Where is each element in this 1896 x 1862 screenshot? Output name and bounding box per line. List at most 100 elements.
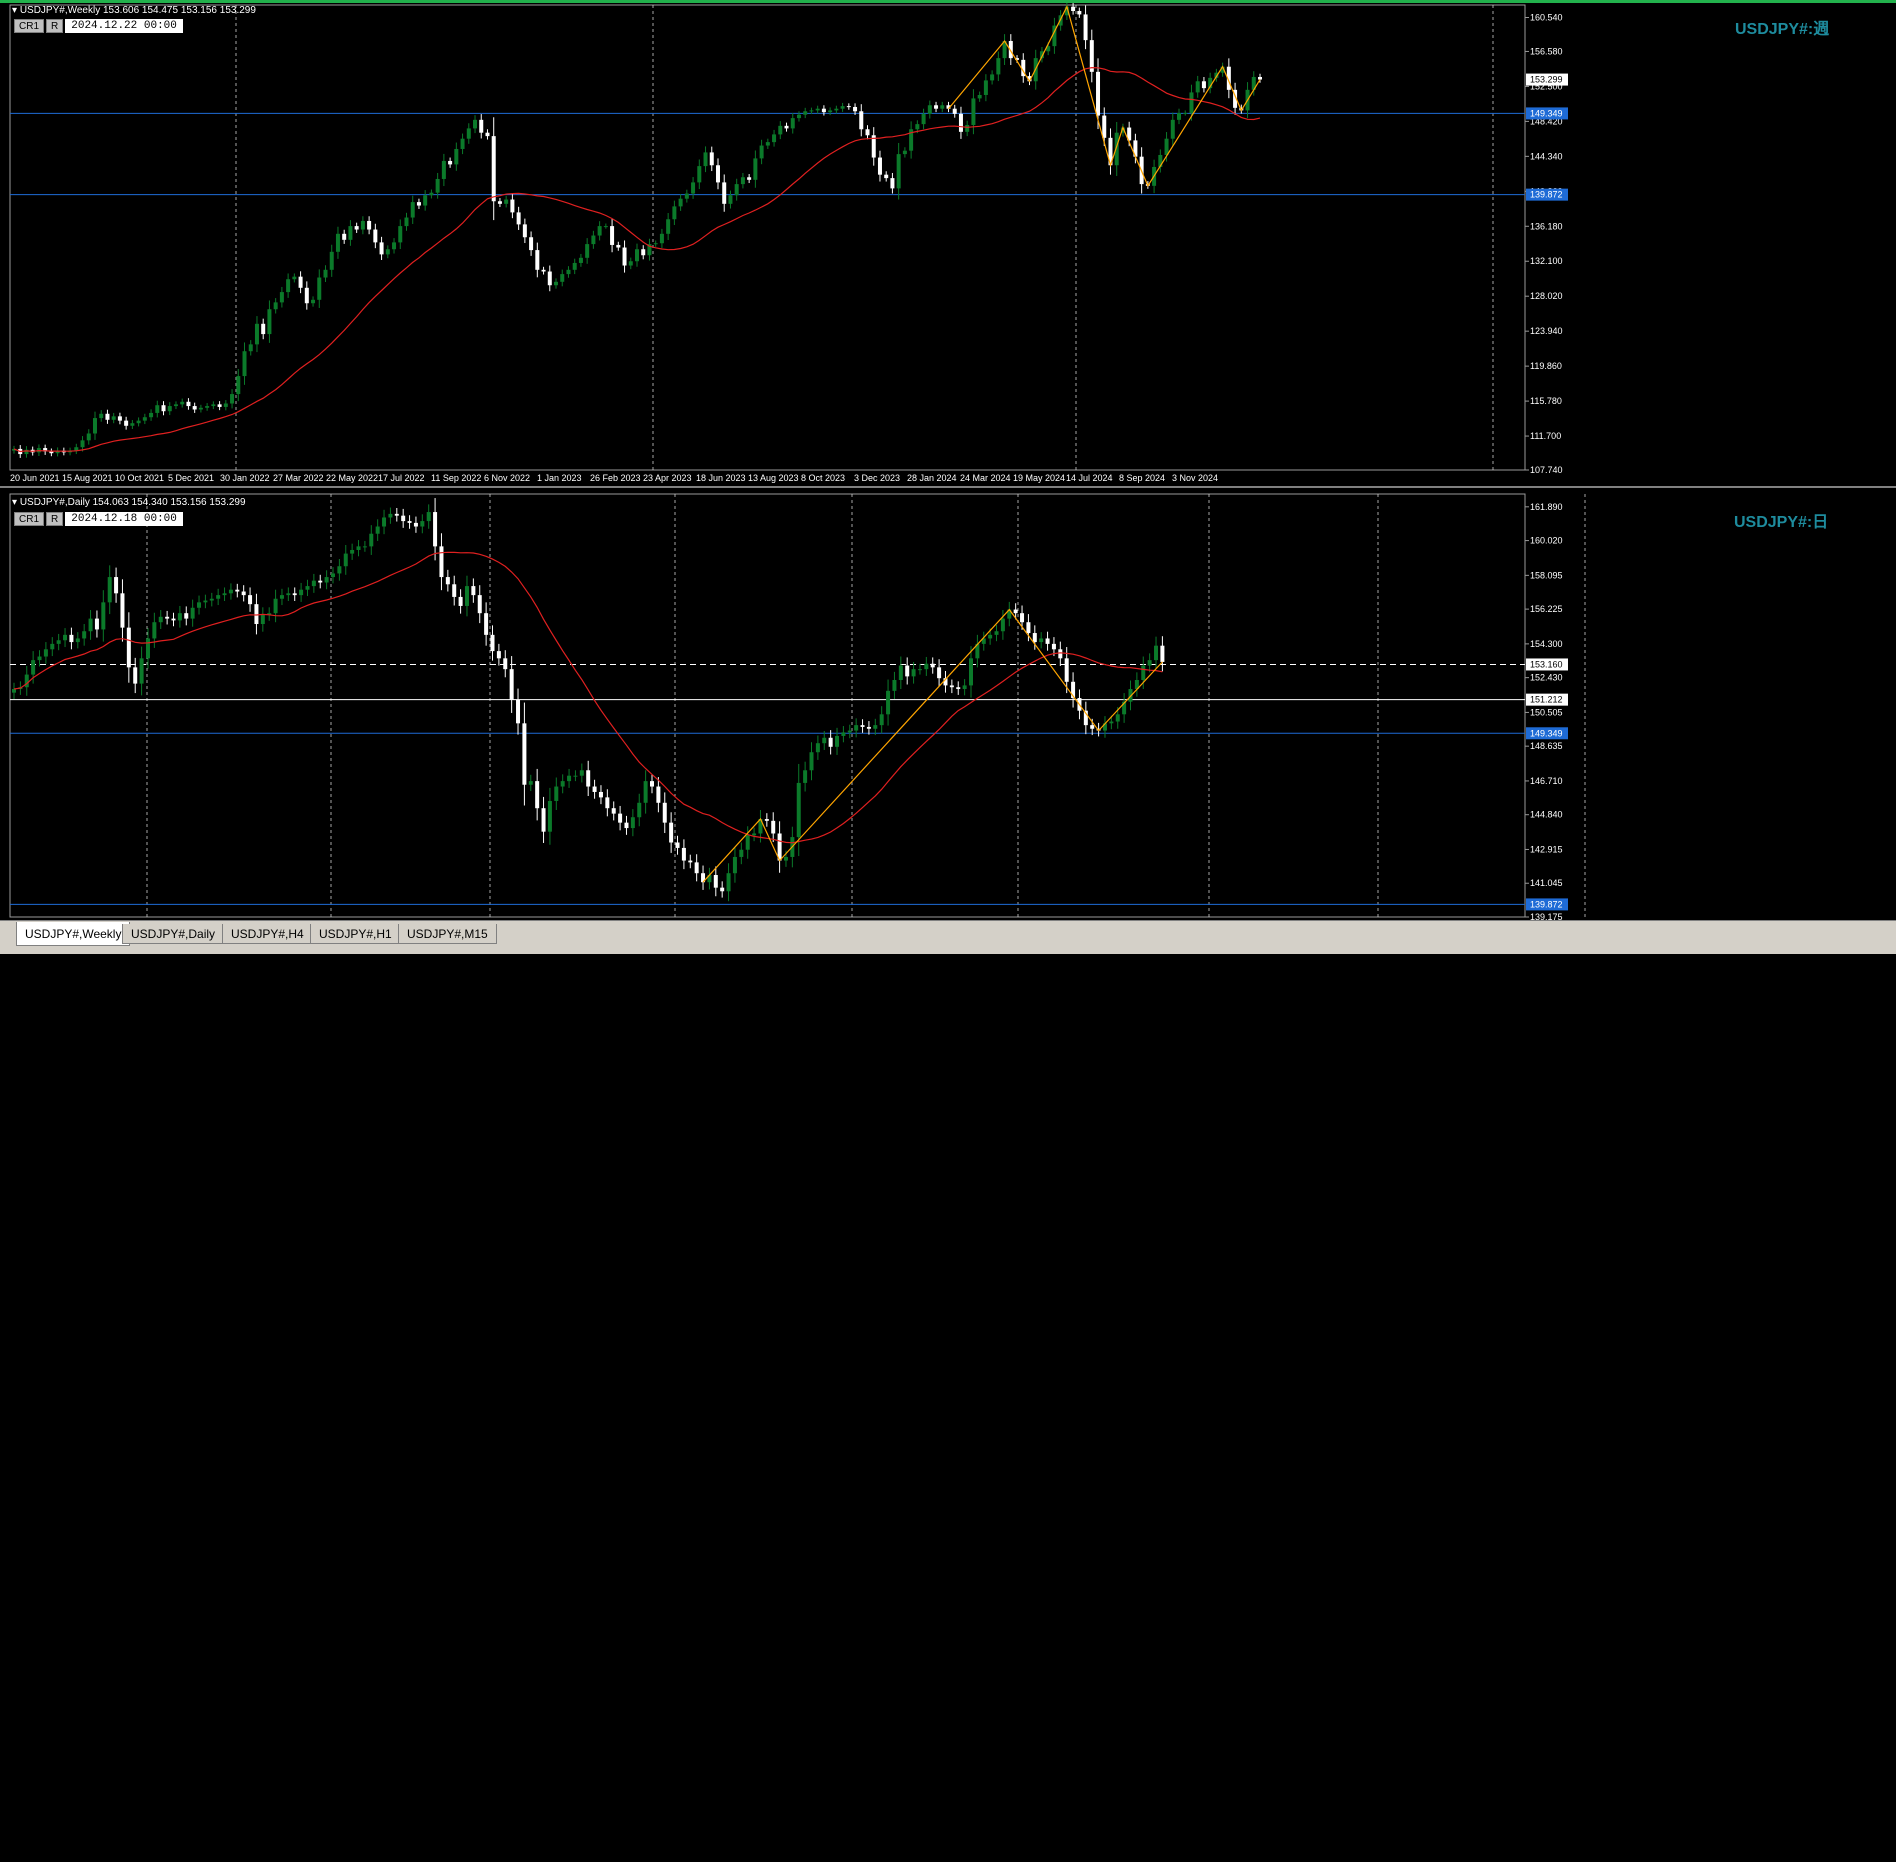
price-label: 139.872 [1530,899,1563,909]
candle-body [466,128,471,139]
daily-datetime-field[interactable]: 2024.12.18 00:00 [65,512,183,526]
candle-body [86,433,91,441]
candle-body [930,663,935,668]
candle-body [528,781,533,785]
candle-body [709,152,714,166]
candle-body [592,786,597,792]
candle-body [610,226,615,245]
candle-body [691,182,696,194]
candle-body [616,244,621,248]
collapse-arrow-icon[interactable]: ▾ [12,497,17,508]
collapse-arrow-icon[interactable]: ▾ [12,5,17,16]
weekly-chart-pane[interactable]: 160.540156.580152.500148.420144.340140.2… [0,0,1896,486]
candle-body [675,842,680,848]
weekly-datetime-field[interactable]: 2024.12.22 00:00 [65,19,183,33]
candle-body [491,136,496,202]
candle-body [783,856,788,861]
x-tick-label: 20 Jun 2021 [10,473,60,483]
y-tick-label: 148.635 [1530,741,1563,751]
candle-body [684,193,689,199]
candle-body [547,800,552,832]
price-label: 149.349 [1530,728,1563,738]
tab-usdjpy-h4[interactable]: USDJPY#,H4 [222,924,313,944]
y-tick-label: 160.540 [1530,13,1563,23]
candle-body [905,665,910,677]
candle-body [554,281,559,286]
tab-usdjpy-weekly[interactable]: USDJPY#,Weekly [16,922,131,946]
candle-body [279,292,284,303]
cr1-button[interactable]: CR1 [14,512,45,526]
candle-body [1083,14,1088,41]
candle-body [1115,714,1120,722]
y-tick-label: 146.710 [1530,776,1563,786]
tab-scroll-left-icon[interactable]: ◂ [2,1849,8,1862]
tab-usdjpy-daily[interactable]: USDJPY#,Daily [122,924,225,944]
daily-watermark: USDJPY#:日 [1734,514,1829,531]
candle-body [529,237,534,251]
candle-body [1201,81,1206,89]
x-tick-label: 26 Feb 2023 [590,473,641,483]
candle-body [753,158,758,180]
candle-body [435,178,440,193]
candle-body [745,835,750,850]
candle-body [541,269,546,272]
r-button[interactable]: R [46,512,64,526]
candle-body [624,822,629,829]
candle-body [622,247,627,266]
tab-usdjpy-h1[interactable]: USDJPY#,H1 [310,924,401,944]
candle-body [337,566,342,574]
candle-body [192,406,197,410]
candle-body [299,589,304,596]
tab-usdjpy-m15[interactable]: USDJPY#,M15 [398,924,497,944]
plot-frame [9,4,1526,471]
weekly-chart[interactable]: 160.540156.580152.500148.420144.340140.2… [0,3,1896,486]
candle-body [12,689,16,693]
candle-body [554,786,559,801]
candle-body [977,94,982,99]
candle-body [126,627,131,668]
daily-chart[interactable]: 161.890 160.020 158.095 156.225 154.300 152.4… [0,488,1896,920]
candle-body [279,595,284,599]
candle-body [828,110,833,113]
r-button[interactable]: R [46,19,64,33]
candle-body [180,401,185,405]
candle-body [407,521,412,523]
candle-body [149,412,154,418]
candle-body [585,244,590,258]
candle-body [423,195,428,206]
candle-body [866,726,871,729]
cr1-button[interactable]: CR1 [14,19,45,33]
x-tick-label: 6 Nov 2022 [484,473,530,483]
candle-body [828,737,833,747]
y-tick-label: 123.940 [1530,326,1563,336]
daily-chart-pane[interactable]: 161.890 160.020 158.095 156.225 154.300 152.4… [0,488,1896,920]
candle-body [1195,81,1200,93]
weekly-chart-header: ▾ USDJPY#,Weekly 153.606 154.475 153.156… [12,5,256,16]
candle-body [460,138,465,149]
candle-body [503,658,508,670]
candle-body [350,549,355,554]
candle-body [579,770,584,776]
candle-body [464,586,469,606]
candle-body [318,580,323,583]
candle-body [1026,622,1031,634]
candle-body [618,813,623,823]
candle-body [471,586,476,596]
candle-body [158,616,163,623]
candle-body [803,770,808,783]
candle-body [697,166,702,183]
candle-body [1154,645,1159,661]
candle-body [416,202,421,206]
candle-body [666,219,671,234]
candle-body [171,618,176,621]
price-label: 149.349 [1530,108,1563,118]
candle-body [145,638,150,659]
candle-body [535,781,540,809]
candle-body [1064,658,1069,682]
y-tick-label: 154.300 [1530,639,1563,649]
candle-body [203,600,208,603]
y-tick-label: 119.860 [1530,361,1562,371]
candle-body [369,533,374,547]
candle-body [669,822,674,843]
candle-body [88,618,93,632]
